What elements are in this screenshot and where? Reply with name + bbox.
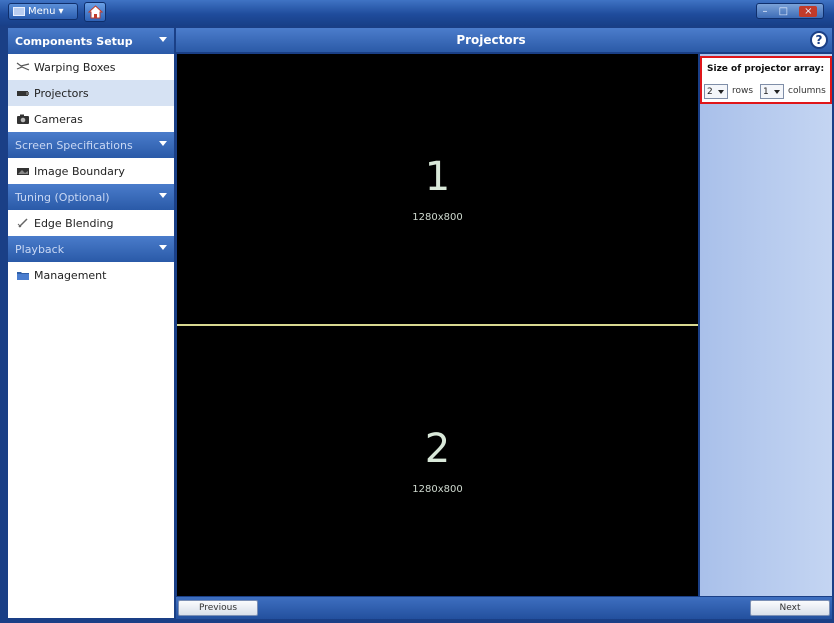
columns-value: 1 <box>763 86 769 97</box>
page-title: Projectors <box>456 33 526 47</box>
sidebar-item-label: Image Boundary <box>34 164 125 178</box>
chevron-down-icon <box>774 90 780 94</box>
sidebar-item-image-boundary[interactable]: Image Boundary <box>8 158 174 184</box>
columns-select[interactable]: 1 <box>760 84 784 99</box>
sidebar-item-label: Projectors <box>34 86 89 100</box>
columns-unit-label: columns <box>788 86 826 96</box>
bottom-bar: Previous Next <box>176 597 832 619</box>
projector-canvas: 1 1280x800 2 1280x800 <box>177 54 698 596</box>
window-controls: – □ × <box>756 3 824 19</box>
camera-icon <box>16 113 30 125</box>
projector-icon <box>16 87 30 99</box>
section-title: Screen Specifications <box>15 138 133 152</box>
chevron-down-icon: ▾ <box>58 6 64 17</box>
rows-unit-label: rows <box>732 86 754 96</box>
home-icon <box>88 5 103 19</box>
section-title: Tuning (Optional) <box>15 190 110 204</box>
previous-button[interactable]: Previous <box>178 600 258 616</box>
rows-value: 2 <box>707 86 713 97</box>
chevron-down-icon <box>159 141 167 146</box>
sidebar-item-projectors[interactable]: Projectors <box>8 80 174 106</box>
section-title: Components Setup <box>15 34 133 48</box>
folder-icon <box>16 269 30 281</box>
projector-cell-2[interactable]: 2 1280x800 <box>177 326 698 596</box>
menu-button[interactable]: Menu ▾ <box>8 3 78 20</box>
home-button[interactable] <box>84 2 106 22</box>
sidebar-item-label: Management <box>34 268 107 282</box>
sidebar-item-label: Edge Blending <box>34 216 114 230</box>
chevron-down-icon <box>159 245 167 250</box>
section-playback[interactable]: Playback <box>8 236 174 262</box>
section-components-setup[interactable]: Components Setup <box>8 28 174 54</box>
sidebar: Components Setup Warping Boxes Projector… <box>8 28 174 618</box>
image-boundary-icon <box>16 165 30 177</box>
chevron-down-icon <box>159 37 167 42</box>
projector-array-settings: Size of projector array: 2 rows 1 column… <box>700 56 832 104</box>
close-icon[interactable]: × <box>799 5 818 17</box>
right-panel: Size of projector array: 2 rows 1 column… <box>700 54 832 596</box>
sidebar-item-label: Warping Boxes <box>34 60 116 74</box>
projector-cell-1[interactable]: 1 1280x800 <box>177 54 698 324</box>
projector-number: 1 <box>424 154 451 200</box>
projector-number: 2 <box>424 426 451 472</box>
section-screen-specifications[interactable]: Screen Specifications <box>8 132 174 158</box>
section-tuning-optional[interactable]: Tuning (Optional) <box>8 184 174 210</box>
menu-label: Menu <box>28 6 56 17</box>
warping-boxes-icon <box>16 61 30 73</box>
sidebar-item-label: Cameras <box>34 112 83 126</box>
content-header: Projectors ? <box>176 28 832 52</box>
sidebar-item-edge-blending[interactable]: Edge Blending <box>8 210 174 236</box>
section-title: Playback <box>15 242 65 256</box>
chevron-down-icon <box>159 193 167 198</box>
help-icon[interactable]: ? <box>810 31 828 49</box>
sidebar-item-management[interactable]: Management <box>8 262 174 288</box>
minimize-icon[interactable]: – <box>763 6 768 17</box>
projector-resolution: 1280x800 <box>412 212 463 223</box>
next-button[interactable]: Next <box>750 600 830 616</box>
sidebar-item-warping-boxes[interactable]: Warping Boxes <box>8 54 174 80</box>
rows-select[interactable]: 2 <box>704 84 728 99</box>
title-bar: Menu ▾ – □ × <box>0 0 834 26</box>
array-size-label: Size of projector array: <box>707 64 825 74</box>
chevron-down-icon <box>718 90 724 94</box>
edge-blending-icon <box>16 217 30 229</box>
projector-resolution: 1280x800 <box>412 484 463 495</box>
maximize-icon[interactable]: □ <box>779 6 788 17</box>
menu-icon <box>13 7 25 16</box>
sidebar-item-cameras[interactable]: Cameras <box>8 106 174 132</box>
